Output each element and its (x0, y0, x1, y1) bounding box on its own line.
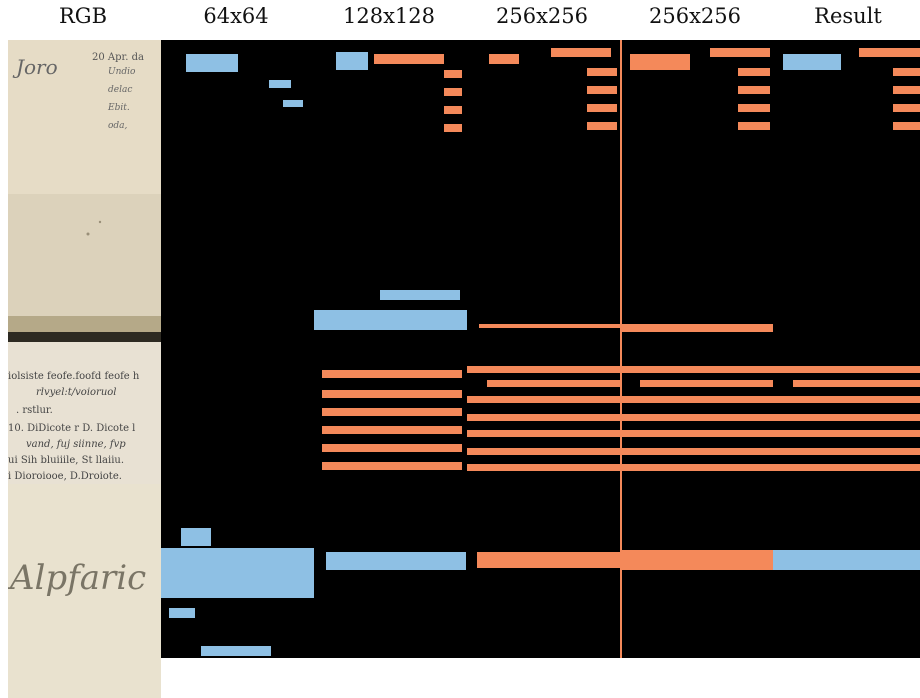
rgb3-line-3: 10. DiDicote r D. Dicote l (8, 423, 135, 434)
mask-256a (467, 40, 620, 658)
rgb-crop-1-text: Joro 20 Apr. da Undio delac Ebit. oda, (12, 52, 144, 131)
rgb1-word-3: delac (108, 85, 132, 95)
mask-result (773, 40, 920, 658)
rgb1-word-0: Joro (12, 55, 58, 79)
col-label-256b: 256x256 (648, 4, 741, 28)
mask-256b (620, 40, 773, 658)
segmentation-grid: Joro 20 Apr. da Undio delac Ebit. oda, i… (8, 40, 920, 698)
rgb1-word-2: Undio (108, 67, 136, 77)
column-header-row: RGB 64x64 128x128 256x256 256x256 Result (0, 0, 920, 40)
rgb3-line-6: i Dioroiooe, D.Droiote. (8, 471, 122, 482)
rgb1-word-4: Ebit. (107, 103, 130, 113)
rgb3-line-1: rlvyel:t/voioruol (36, 387, 116, 398)
rgb3-line-0: iolsiste feofe.foofd feofe h (8, 371, 140, 382)
col-label-rgb: RGB (58, 4, 108, 28)
rgb3-line-2: . rstlur. (16, 405, 53, 416)
rgb-crop-2 (8, 194, 161, 342)
rgb-crop-4: Alpfaric (8, 484, 161, 698)
col-label-result: Result (814, 4, 882, 28)
rgb3-line-4: vand, fuj siinne, fvp (26, 439, 126, 450)
rgb1-word-1: 20 Apr. da (92, 52, 144, 63)
rgb-crop-3: iolsiste feofe.foofd feofe h rlvyel:t/vo… (8, 342, 161, 484)
rgb-crop-1: Joro 20 Apr. da Undio delac Ebit. oda, (8, 40, 161, 194)
rgb3-line-5: ui Sih bluiiile, St llaiiu. (8, 455, 124, 466)
mask-64 (161, 40, 314, 658)
col-label-64: 64x64 (203, 4, 269, 28)
col-label-256a: 256x256 (495, 4, 588, 28)
mask-128 (314, 40, 467, 658)
col-label-128: 128x128 (342, 4, 435, 28)
rgb1-word-5: oda, (108, 121, 128, 131)
rgb4-signature: Alpfaric (8, 558, 146, 598)
